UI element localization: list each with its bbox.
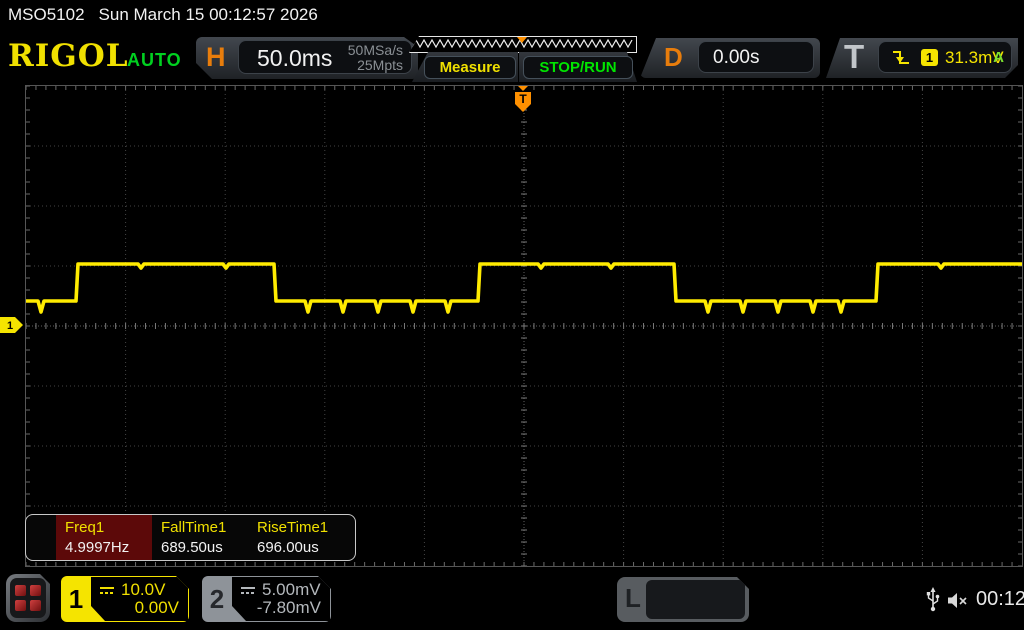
stop-run-button[interactable]: STOP/RUN bbox=[523, 56, 633, 79]
measurement-label: Freq1 bbox=[65, 519, 152, 536]
trigger-sweep-mode: A bbox=[993, 49, 1004, 66]
channel1-ground-marker-icon[interactable]: 1 bbox=[0, 315, 24, 335]
datetime: Sun March 15 00:12:57 2026 bbox=[99, 5, 318, 25]
channel2-values: 5.00mV -7.80mV bbox=[232, 577, 330, 621]
oscilloscope-screen: MSO5102 Sun March 15 00:12:57 2026 RIGOL… bbox=[0, 0, 1024, 630]
measurement-label: RiseTime1 bbox=[257, 519, 344, 536]
measurement-freq1[interactable]: Freq1 4.9997Hz bbox=[56, 515, 152, 560]
measurement-label: FallTime1 bbox=[161, 519, 248, 536]
horizontal-settings-block[interactable]: H 50.0ms 50MSa/s 25Mpts bbox=[196, 37, 418, 79]
channel2-scale: 5.00mV bbox=[262, 580, 321, 600]
channel1-scale: 10.0V bbox=[121, 580, 165, 600]
speaker-muted-icon[interactable] bbox=[946, 592, 970, 609]
logic-analyzer-block[interactable]: L 0 1 2 3 4 5 6 7 8 9 1011 12131415 bbox=[617, 577, 749, 622]
timebase-value: 50.0ms bbox=[257, 45, 332, 72]
rigol-logo: RIGOL bbox=[8, 38, 129, 74]
channel1-status-block[interactable]: 1 10.0V 0.00V bbox=[61, 576, 189, 622]
measurement-risetime1[interactable]: RiseTime1 696.00us bbox=[248, 515, 344, 560]
measurement-falltime1[interactable]: FallTime1 689.50us bbox=[152, 515, 248, 560]
delay-inset: 0.00s bbox=[698, 41, 814, 73]
logic-row1: 0 1 2 3 4 5 6 7 bbox=[646, 618, 745, 630]
trigger-inset: 1 31.3mV A bbox=[878, 41, 1012, 73]
acquisition-mode-label: AUTO bbox=[127, 50, 182, 71]
measurement-spacer bbox=[26, 515, 56, 560]
channel2-number: 2 bbox=[202, 576, 232, 622]
channel1-values: 10.0V 0.00V bbox=[91, 577, 188, 621]
horizontal-inset: 50.0ms 50MSa/s 25Mpts bbox=[238, 40, 412, 74]
trigger-position-marker-icon[interactable]: T bbox=[513, 85, 533, 115]
sample-rate: 50MSa/s 25Mpts bbox=[348, 43, 403, 73]
measurement-value: 4.9997Hz bbox=[65, 539, 152, 556]
dc-coupling-icon bbox=[99, 585, 115, 596]
trigger-source-badge: 1 bbox=[921, 49, 938, 66]
horizontal-label: H bbox=[206, 42, 226, 73]
channel1-number: 1 bbox=[61, 576, 91, 622]
titlebar: MSO5102 Sun March 15 00:12:57 2026 bbox=[0, 0, 1024, 30]
channel2-status-block[interactable]: 2 5.00mV -7.80mV bbox=[202, 576, 331, 622]
waveform-preview-bar[interactable] bbox=[409, 36, 637, 53]
delay-settings-block[interactable]: D 0.00s bbox=[640, 38, 820, 78]
measurement-results-panel[interactable]: Freq1 4.9997Hz FallTime1 689.50us RiseTi… bbox=[25, 514, 356, 561]
clock: 00:12 bbox=[976, 588, 1024, 611]
trigger-label: T bbox=[844, 38, 864, 76]
channel1-offset: 0.00V bbox=[135, 598, 179, 618]
measurement-value: 689.50us bbox=[161, 539, 248, 556]
falling-edge-icon bbox=[891, 48, 911, 68]
svg-text:1: 1 bbox=[7, 320, 13, 332]
trigger-settings-block[interactable]: T 1 31.3mV A bbox=[826, 38, 1018, 78]
preview-waveform-icon bbox=[410, 37, 634, 50]
apps-grid-icon bbox=[10, 578, 46, 618]
measurement-value: 696.00us bbox=[257, 539, 344, 556]
model-name: MSO5102 bbox=[8, 5, 85, 25]
measure-button[interactable]: Measure bbox=[424, 56, 516, 79]
logic-channel-list: 0 1 2 3 4 5 6 7 8 9 1011 12131415 bbox=[646, 580, 745, 619]
dc-coupling-icon bbox=[240, 585, 256, 596]
waveform-display bbox=[25, 85, 1023, 567]
logic-label: L bbox=[625, 583, 641, 614]
svg-text:T: T bbox=[519, 92, 527, 106]
delay-value: 0.00s bbox=[713, 47, 759, 69]
channel2-offset: -7.80mV bbox=[257, 598, 321, 618]
delay-label: D bbox=[664, 42, 683, 73]
apps-menu-button[interactable] bbox=[6, 574, 50, 622]
usb-icon bbox=[925, 587, 941, 613]
